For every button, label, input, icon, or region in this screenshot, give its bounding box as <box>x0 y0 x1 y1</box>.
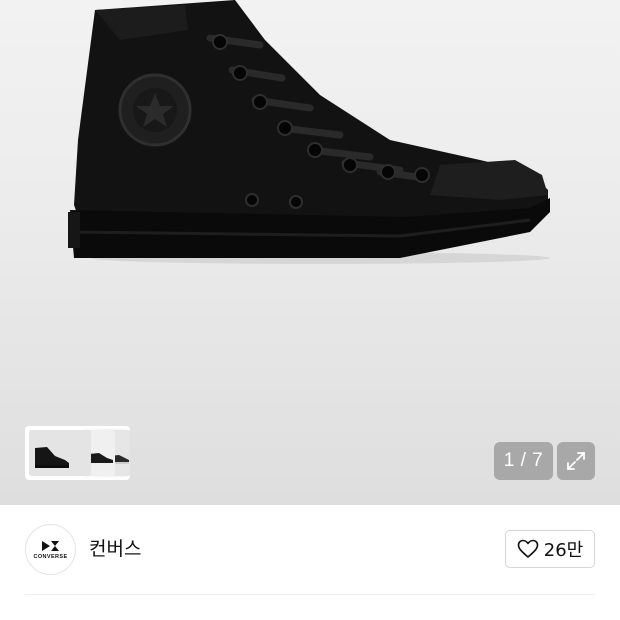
like-count: 26만 <box>543 540 584 561</box>
page-counter: 1 / 7 <box>494 442 553 480</box>
expand-arrows-icon <box>567 452 585 470</box>
brand-name[interactable]: 컨버스 <box>89 534 141 561</box>
converse-logo-icon <box>41 540 59 551</box>
divider <box>25 594 595 595</box>
expand-button[interactable] <box>557 442 595 480</box>
brand-bar: CONVERSE 컨버스 26만 <box>0 505 620 620</box>
like-button[interactable]: 26만 <box>505 530 595 568</box>
brand-logo-text: CONVERSE <box>33 553 68 560</box>
thumbnail-strip[interactable] <box>25 426 130 480</box>
product-image <box>68 0 550 264</box>
heart-outline-icon <box>517 539 539 558</box>
product-gallery[interactable]: 1 / 7 <box>0 0 620 505</box>
brand-logo[interactable]: CONVERSE <box>25 524 76 575</box>
thumbnail-1[interactable] <box>29 430 91 476</box>
